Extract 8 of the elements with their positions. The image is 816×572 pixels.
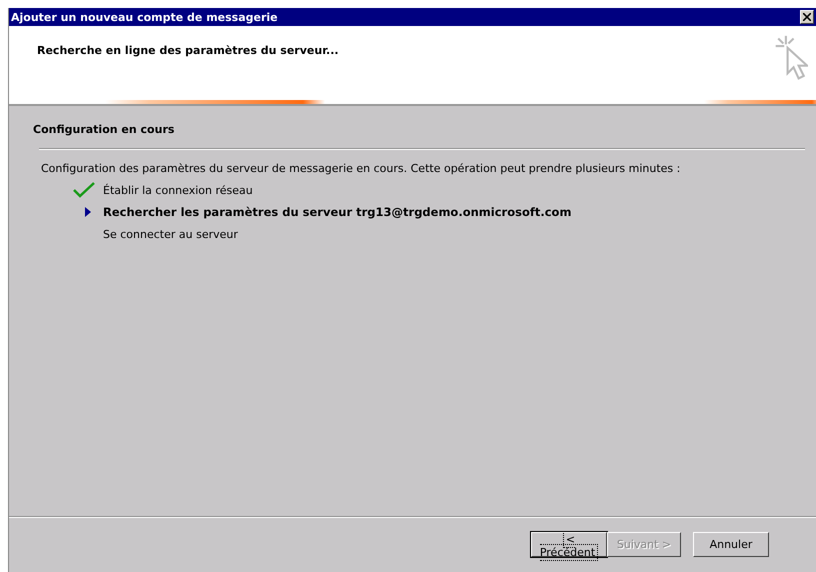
dialog-button[interactable]: Annuler [693, 532, 769, 557]
step-label: Rechercher les paramètres du serveur trg13@trgdemo.onmicrosoft.com [103, 205, 572, 219]
section-title: Configuration en cours [33, 123, 176, 136]
description-text: Configuration des paramètres du serveur de messagerie en cours. Cette opération peut prendre plusieurs minutes : [40, 162, 682, 175]
step-label: Se connecter au serveur [103, 228, 238, 240]
header-title: Recherche en ligne des paramètres du serveur... [37, 44, 339, 57]
window-title: Ajouter un nouveau compte de messagerie [11, 10, 278, 24]
step-label: Établir la connexion réseau [103, 184, 253, 196]
